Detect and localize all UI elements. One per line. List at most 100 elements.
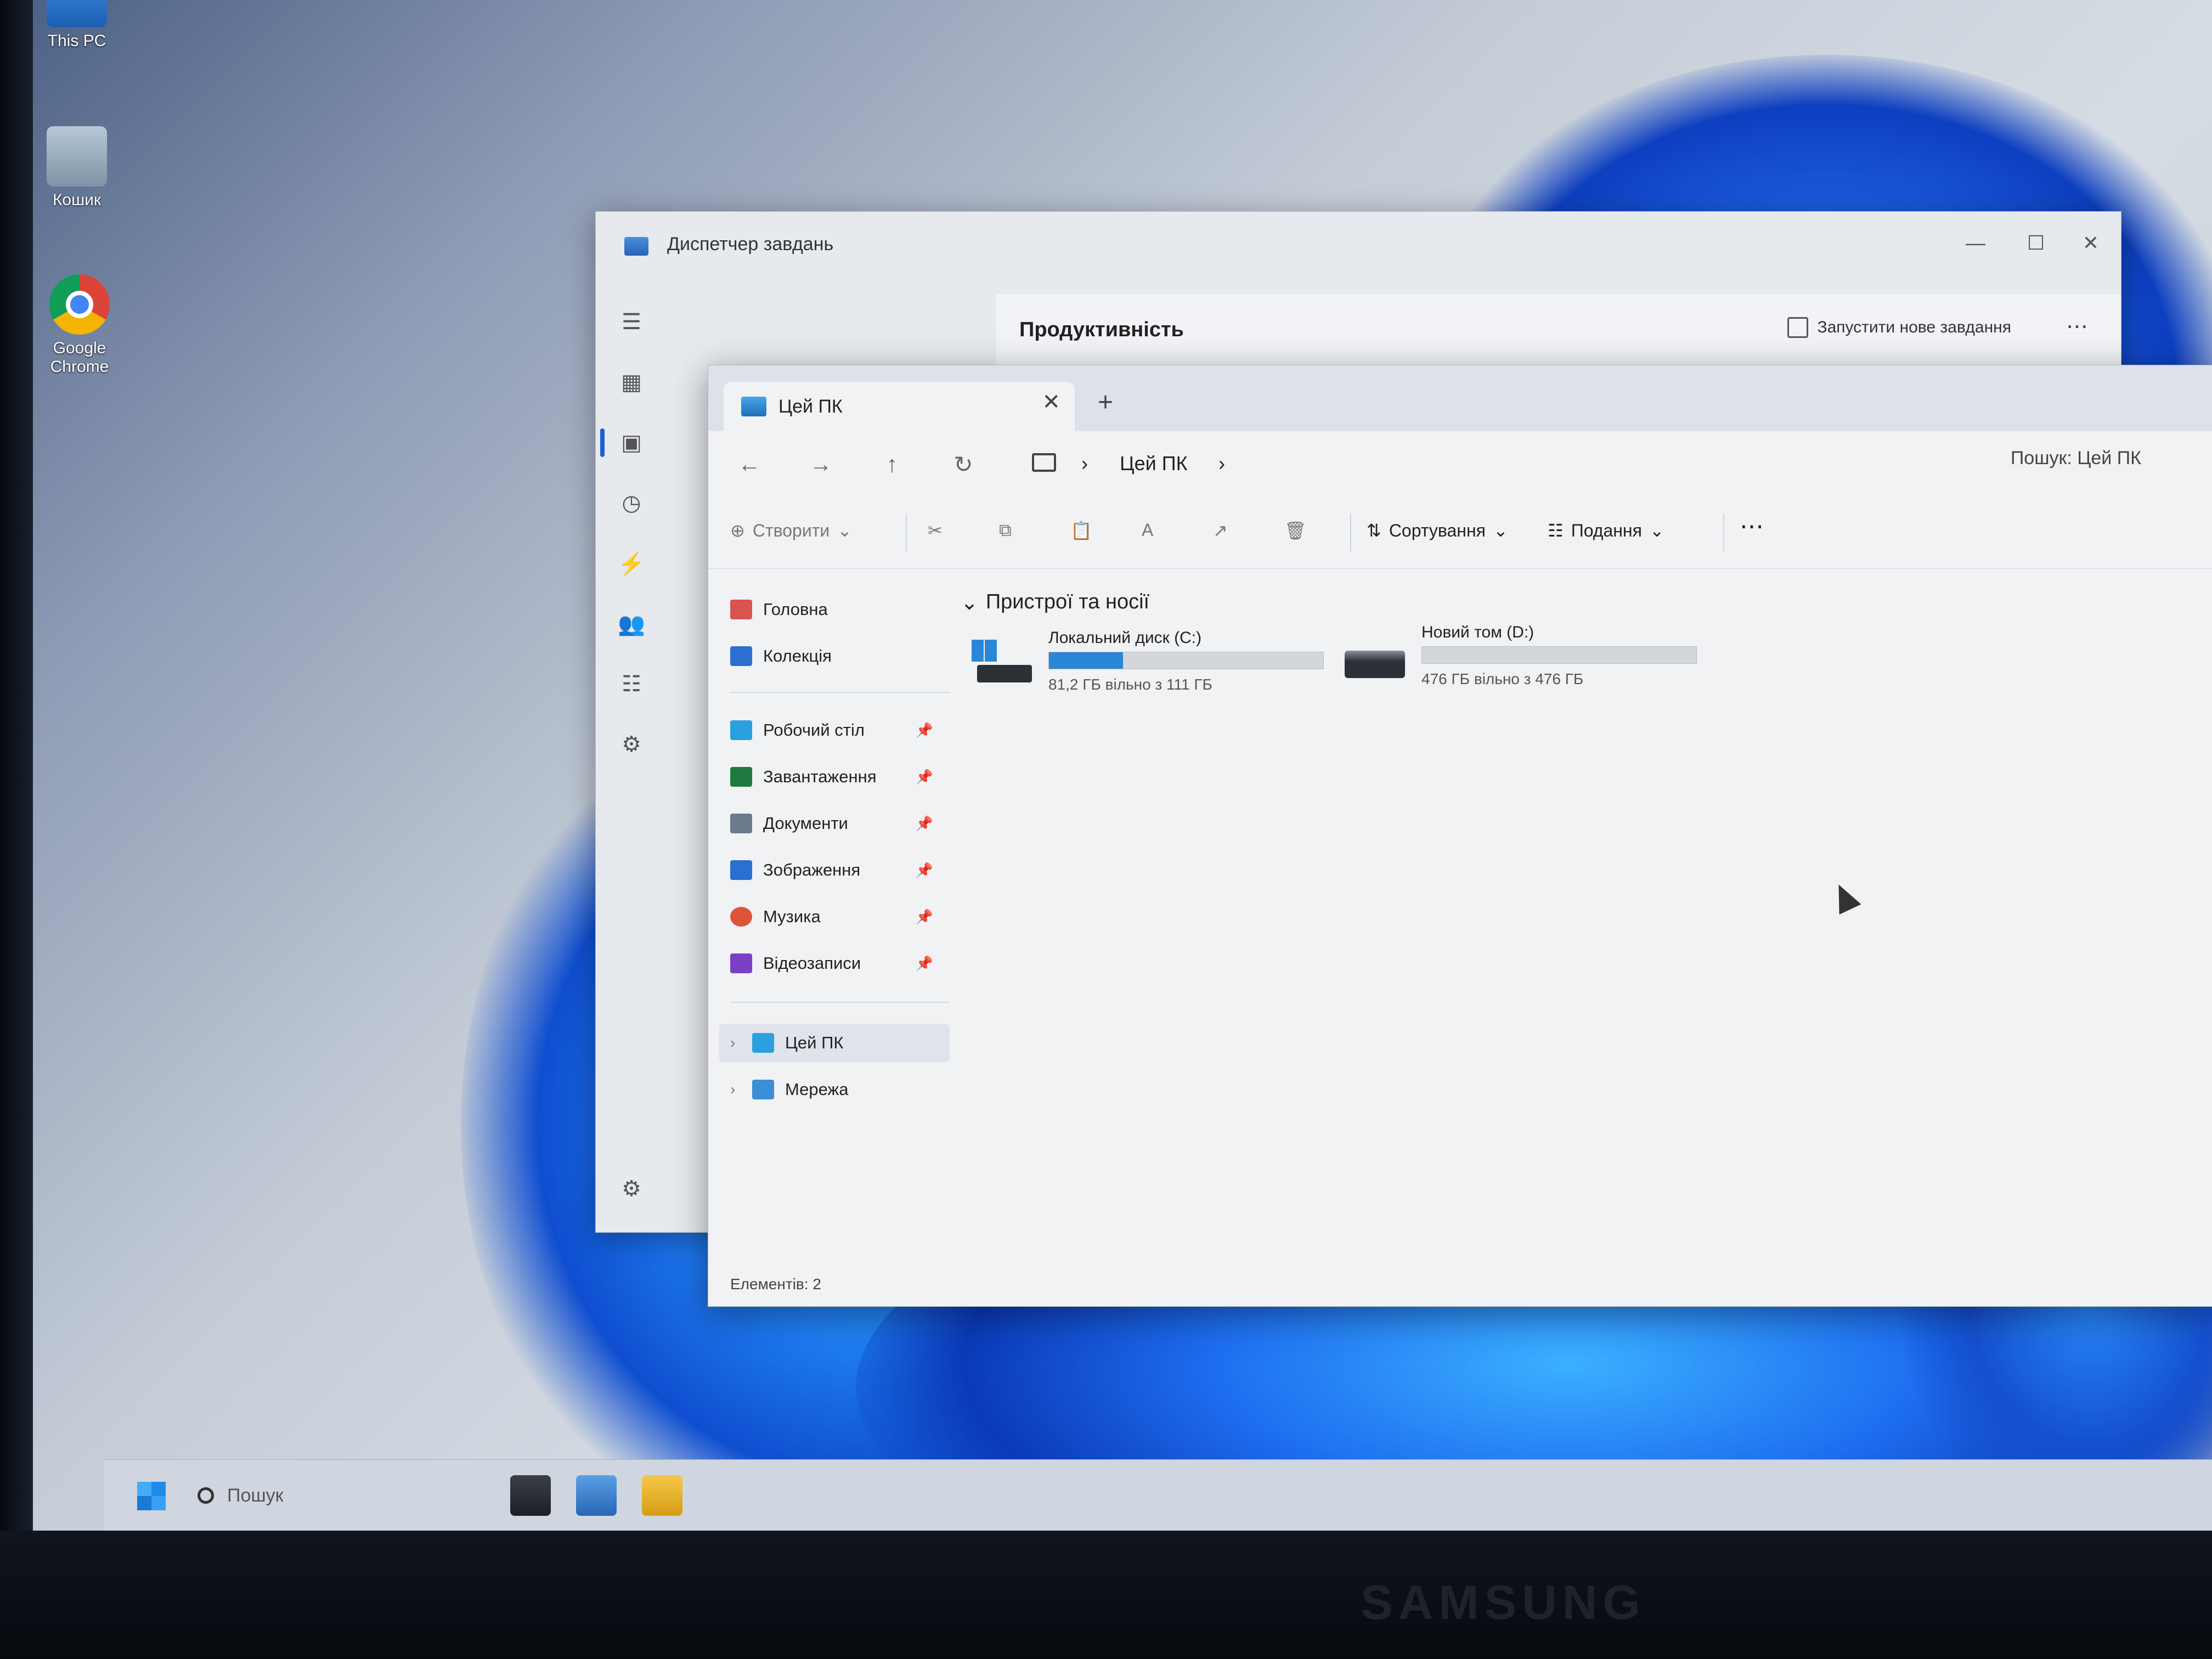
desktop-icon-recycle-bin[interactable]: Кошик <box>33 126 121 210</box>
processes-icon[interactable]: ▦ <box>614 365 648 399</box>
taskbar-search[interactable]: Пошук <box>198 1476 483 1515</box>
refresh-button[interactable]: ↻ <box>944 448 983 481</box>
desktop-icon-chrome[interactable]: Google Chrome <box>36 274 123 376</box>
hard-drive-icon <box>1345 634 1405 678</box>
sidebar-item-pictures[interactable]: Зображення 📌 <box>730 851 950 889</box>
breadcrumb-separator[interactable]: › <box>1218 452 1225 475</box>
app-history-icon[interactable]: ◷ <box>614 486 648 520</box>
paste-button[interactable]: 📋 <box>1070 520 1092 541</box>
desktop-icon-label: Google Chrome <box>50 339 109 376</box>
windows-drive-icon <box>972 640 1032 684</box>
task-manager-header: Продуктивність Запустити нове завдання ⋯ <box>996 294 2121 371</box>
performance-icon[interactable]: ▣ <box>614 426 648 460</box>
toolbar-divider <box>1723 514 1724 552</box>
pin-icon[interactable]: 📌 <box>916 769 933 786</box>
drive-name: Локальний диск (C:) <box>1048 629 1202 647</box>
delete-button[interactable]: 🗑 <box>1284 520 1307 541</box>
services-icon[interactable]: ⚙ <box>614 727 648 761</box>
copy-button[interactable]: ⧉ <box>999 520 1012 541</box>
minimize-button[interactable]: — <box>1951 224 2000 262</box>
group-header-label: Пристрої та носії <box>985 590 1150 613</box>
maximize-button[interactable]: ☐ <box>2011 224 2061 262</box>
sidebar-item-desktop[interactable]: Робочий стіл 📌 <box>730 711 950 749</box>
back-button[interactable]: ← <box>730 448 769 481</box>
item-count: Елементів: 2 <box>730 1276 821 1293</box>
create-label: Створити <box>752 520 830 540</box>
pin-icon[interactable]: 📌 <box>916 955 933 972</box>
search-icon <box>198 1487 214 1504</box>
sidebar-divider <box>730 1002 950 1003</box>
desktop-icon-this-pc[interactable]: This PC <box>33 0 121 50</box>
monitor-bezel-bottom: SAMSUNG <box>0 1531 2212 1659</box>
sidebar-item-network[interactable]: › Мережа <box>719 1070 950 1109</box>
computer-icon <box>47 0 107 27</box>
chevron-right-icon[interactable]: › <box>730 1081 735 1098</box>
desktop-icon-label: This PC <box>47 32 106 50</box>
this-pc-icon <box>752 1033 774 1053</box>
up-button[interactable]: ↑ <box>873 448 911 481</box>
settings-gear-icon[interactable]: ⚙ <box>614 1172 648 1206</box>
sidebar-item-gallery[interactable]: Колекція <box>730 637 950 675</box>
cut-button[interactable]: ✂ <box>928 520 943 541</box>
task-view-button[interactable] <box>510 1475 551 1516</box>
close-tab-icon[interactable]: ✕ <box>1042 390 1060 415</box>
this-pc-icon <box>741 397 766 416</box>
home-icon <box>730 600 752 619</box>
sidebar-item-label: Колекція <box>763 646 832 665</box>
taskbar-search-placeholder: Пошук <box>227 1485 284 1506</box>
start-button[interactable] <box>135 1480 168 1513</box>
sidebar-item-documents[interactable]: Документи 📌 <box>730 804 950 843</box>
view-icon: ☷ <box>1548 521 1564 540</box>
more-options-button[interactable]: ⋯ <box>2066 314 2088 339</box>
breadcrumb-this-pc[interactable]: Цей ПК <box>1120 452 1188 475</box>
drive-c[interactable]: Локальний диск (C:) 81,2 ГБ вільно з 111… <box>972 629 1356 706</box>
task-manager-taskbar-icon[interactable] <box>576 1475 617 1516</box>
monitor-brand-logo: SAMSUNG <box>1361 1575 1646 1629</box>
pin-icon[interactable]: 📌 <box>916 909 933 926</box>
details-icon[interactable]: ☷ <box>614 667 648 701</box>
close-button[interactable]: ✕ <box>2066 224 2115 262</box>
view-button[interactable]: ☷ Подання ⌄ <box>1548 520 1664 541</box>
drive-d[interactable]: Новий том (D:) 476 ГБ вільно з 476 ГБ <box>1345 623 1729 700</box>
chevron-down-icon: ⌄ <box>1493 521 1508 540</box>
sidebar-item-label: Головна <box>763 600 828 619</box>
trash-icon: 🗑 <box>1284 521 1307 540</box>
sidebar-item-downloads[interactable]: Завантаження 📌 <box>730 758 950 796</box>
task-manager-icon <box>624 237 648 256</box>
create-button[interactable]: ⊕ Створити ⌄ <box>730 520 852 541</box>
share-icon: ↗ <box>1213 521 1228 540</box>
sidebar-item-videos[interactable]: Відеозаписи 📌 <box>730 944 950 983</box>
see-more-button[interactable]: ⋯ <box>1740 512 1764 540</box>
navigation-pane: Головна Колекція Робочий стіл 📌 Завантаж… <box>708 568 961 1262</box>
sidebar-item-this-pc[interactable]: › Цей ПК <box>719 1024 950 1062</box>
new-tab-button[interactable]: + <box>1098 387 1113 417</box>
pin-icon[interactable]: 📌 <box>916 862 933 879</box>
sidebar-item-home[interactable]: Головна <box>730 590 950 629</box>
run-new-task-button[interactable]: Запустити нове завдання <box>1787 317 2011 338</box>
tab-label: Цей ПК <box>778 396 843 417</box>
sidebar-item-label: Документи <box>763 814 848 833</box>
pin-icon[interactable]: 📌 <box>916 815 933 832</box>
sidebar-item-label: Мережа <box>785 1080 849 1099</box>
group-header-devices[interactable]: ⌄ Пристрої та носії <box>961 590 1149 615</box>
documents-icon <box>730 814 752 833</box>
windows-logo-icon <box>972 640 997 662</box>
pin-icon[interactable]: 📌 <box>916 722 933 739</box>
title-bar[interactable]: Диспетчер завдань — ☐ ✕ <box>596 212 2121 272</box>
status-bar: Елементів: 2 <box>708 1262 2212 1306</box>
pictures-icon <box>730 860 752 880</box>
rename-button[interactable]: A <box>1142 520 1153 540</box>
tab-this-pc[interactable]: Цей ПК ✕ <box>724 382 1075 431</box>
sidebar-item-music[interactable]: Музика 📌 <box>730 898 950 936</box>
hamburger-menu-icon[interactable]: ☰ <box>614 305 648 339</box>
drive-free-space: 476 ГБ вільно з 476 ГБ <box>1421 670 1584 687</box>
share-button[interactable]: ↗ <box>1213 520 1228 541</box>
sort-button[interactable]: ⇅ Сортування ⌄ <box>1367 520 1508 541</box>
chevron-right-icon[interactable]: › <box>730 1034 735 1052</box>
users-icon[interactable]: 👥 <box>614 607 648 641</box>
music-icon <box>730 907 752 927</box>
startup-apps-icon[interactable]: ⚡ <box>614 546 648 580</box>
file-explorer-taskbar-icon[interactable] <box>642 1475 682 1516</box>
search-input[interactable]: Пошук: Цей ПК <box>2011 448 2141 469</box>
forward-button[interactable]: → <box>802 448 840 481</box>
